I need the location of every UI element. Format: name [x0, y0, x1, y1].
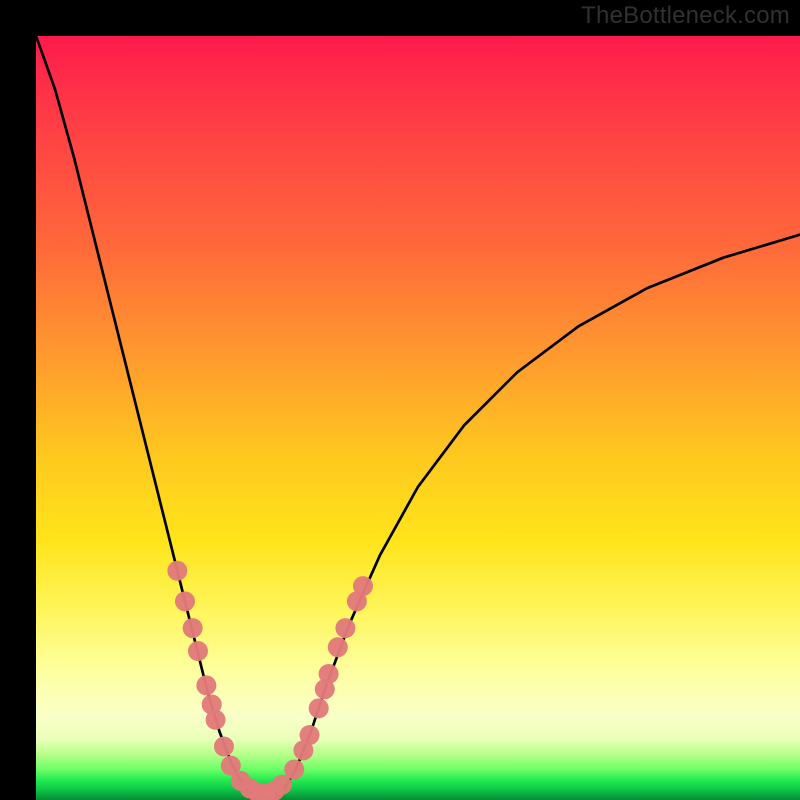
plot-area [36, 36, 800, 800]
data-marker [335, 618, 355, 638]
chart-frame: TheBottleneck.com [0, 0, 800, 800]
data-marker [353, 576, 373, 596]
data-marker [328, 637, 348, 657]
watermark-text: TheBottleneck.com [581, 2, 790, 30]
data-marker [319, 664, 339, 684]
data-marker [188, 641, 208, 661]
data-marker [214, 737, 234, 757]
data-markers [167, 561, 373, 800]
data-marker [300, 725, 320, 745]
data-marker [206, 710, 226, 730]
data-marker [196, 675, 216, 695]
data-marker [183, 618, 203, 638]
data-marker [309, 698, 329, 718]
curve-layer [36, 36, 800, 800]
data-marker [167, 561, 187, 581]
data-marker [175, 591, 195, 611]
data-marker [284, 759, 304, 779]
bottleneck-curve [36, 36, 800, 797]
